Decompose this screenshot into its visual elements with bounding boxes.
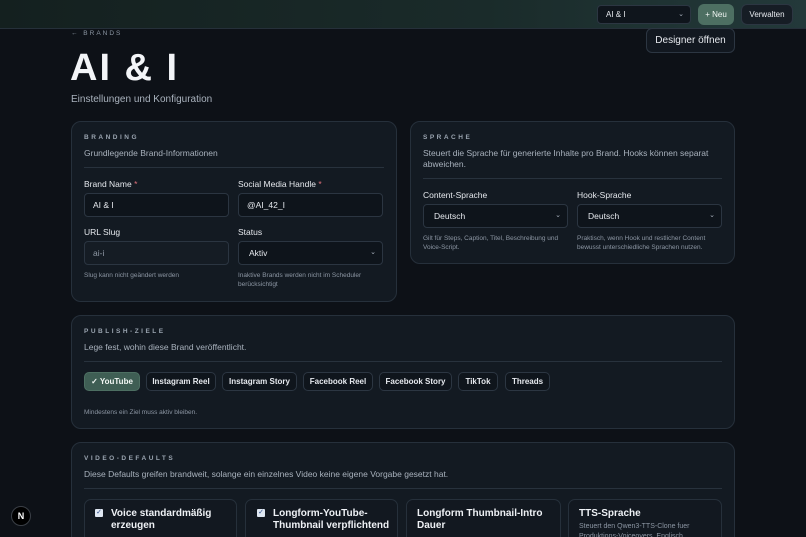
slug-input: ai-i [84,241,229,265]
chevron-down-icon: ⌄ [555,212,561,219]
default-voice-title: Voice standardmäßig erzeugen [111,508,212,531]
publish-target-tiktok[interactable]: TikTok [458,372,498,391]
publish-target-instagram-reel[interactable]: Instagram Reel [146,372,216,391]
hook-language-label: Hook-Sprache [577,190,632,200]
status-label: Status [238,227,263,237]
branding-description: Grundlegende Brand-Informationen [84,148,218,158]
language-divider [423,178,722,179]
publish-target-threads[interactable]: Threads [505,372,550,391]
checkbox-checked-icon[interactable]: ✓ [257,509,265,517]
thumbnail-intro-duration-card[interactable]: Longform Thumbnail-Intro Dauer [406,499,561,537]
back-to-brands-link[interactable]: ← BRANDS [71,30,122,37]
next-dev-indicator[interactable]: N [11,506,31,526]
page-title: AI & I [70,47,180,89]
publish-target-facebook-reel[interactable]: Facebook Reel [303,372,373,391]
chevron-down-icon: ⌄ [370,249,376,256]
checkbox-checked-icon[interactable]: ✓ [95,509,103,517]
publish-kicker: PUBLISH-ZIELE [84,328,166,335]
slug-label: URL Slug [84,227,121,237]
brand-name-label: Brand Name * [84,179,138,189]
open-designer-button[interactable]: Designer öffnen [646,28,735,53]
language-kicker: SPRACHE [423,134,473,141]
hook-language-value: Deutsch [588,211,620,221]
video-defaults-kicker: VIDEO-DEFAULTS [84,455,176,462]
language-description: Steuert die Sprache für generierte Inhal… [423,148,709,169]
hook-language-hint: Praktisch, wenn Hook und restlicher Cont… [577,235,706,251]
brand-select-value: AI & I [606,10,626,19]
default-voice-card[interactable]: ✓ Voice standardmäßig erzeugen [84,499,237,537]
branding-divider [84,167,384,168]
manage-button[interactable]: Verwalten [741,4,793,25]
handle-input[interactable]: @AI_42_I [238,193,383,217]
thumbnail-required-card[interactable]: ✓ Longform-YouTube-Thumbnail verpflichte… [245,499,398,537]
tts-language-title: TTS-Sprache [579,508,641,519]
hook-language-select[interactable]: Deutsch ⌄ [577,204,722,228]
chevron-down-icon: ⌄ [709,212,715,219]
new-button[interactable]: + Neu [698,4,734,25]
content-language-value: Deutsch [434,211,466,221]
video-defaults-description: Diese Defaults greifen brandweit, solang… [84,469,449,479]
branding-kicker: BRANDING [84,134,140,141]
publish-divider [84,361,722,362]
page-subtitle: Einstellungen und Konfiguration [71,94,213,105]
required-mark: * [318,179,322,189]
content-language-label: Content-Sprache [423,190,488,200]
publish-target-youtube[interactable]: ✓ YouTube [84,372,140,391]
video-defaults-divider [84,488,722,489]
thumbnail-intro-duration-title: Longform Thumbnail-Intro Dauer [417,508,543,531]
brand-name-input[interactable]: AI & I [84,193,229,217]
status-select[interactable]: Aktiv ⌄ [238,241,383,265]
brand-select[interactable]: AI & I ⌄ [597,5,691,24]
required-mark: * [134,179,138,189]
handle-label: Social Media Handle * [238,179,322,189]
publish-hint: Mindestens ein Ziel muss aktiv bleiben. [84,409,198,416]
status-select-value: Aktiv [249,248,268,258]
publish-target-instagram-story[interactable]: Instagram Story [222,372,297,391]
publish-description: Lege fest, wohin diese Brand veröffentli… [84,342,247,352]
publish-target-facebook-story[interactable]: Facebook Story [379,372,452,391]
slug-hint: Slug kann nicht geändert werden [84,272,180,279]
status-hint: Inaktive Brands werden nicht im Schedule… [238,272,362,288]
thumbnail-required-title: Longform-YouTube-Thumbnail verpflichtend [273,508,390,531]
content-language-hint: Gilt für Steps, Caption, Titel, Beschrei… [423,235,559,251]
content-language-select[interactable]: Deutsch ⌄ [423,204,568,228]
tts-language-desc: Steuert den Qwen3-TTS-Clone fuer Produkt… [579,523,690,537]
chevron-down-icon: ⌄ [678,11,684,18]
tts-language-card[interactable]: TTS-Sprache Steuert den Qwen3-TTS-Clone … [568,499,722,537]
